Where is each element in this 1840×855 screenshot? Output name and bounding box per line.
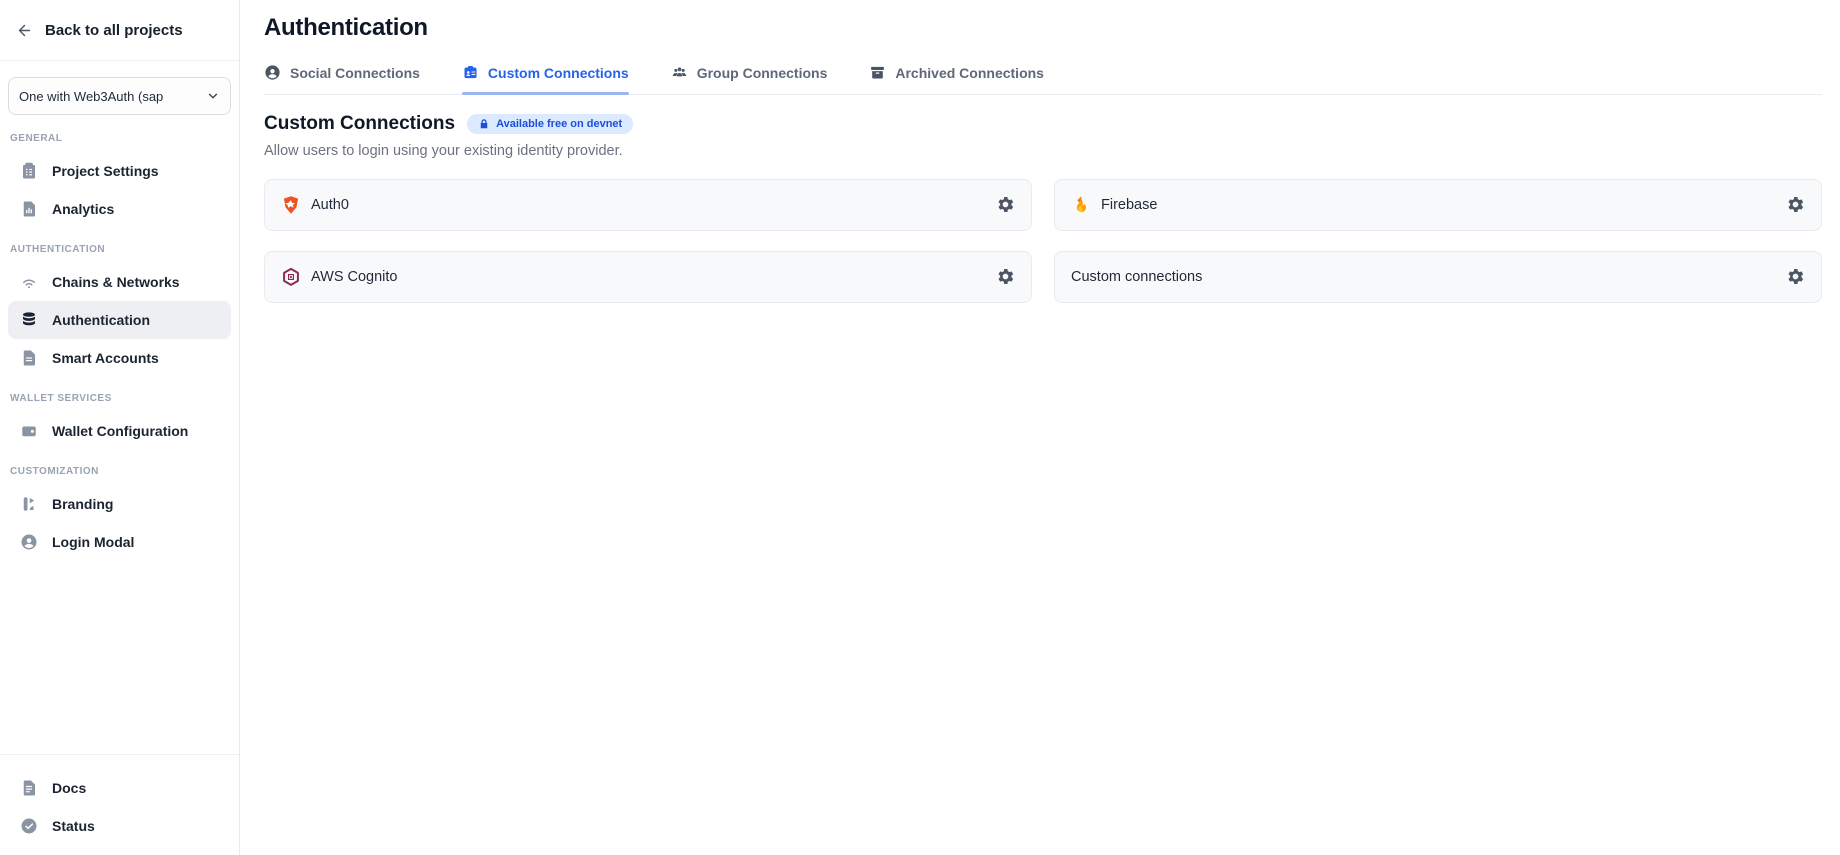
tab-label: Archived Connections <box>895 65 1044 81</box>
tab-label: Custom Connections <box>488 65 629 81</box>
wifi-icon <box>20 273 38 291</box>
connection-card-left: Firebase <box>1071 195 1157 215</box>
page-title: Authentication <box>264 14 1822 42</box>
aws-cognito-settings-button[interactable] <box>995 267 1015 287</box>
tab-social-connections[interactable]: Social Connections <box>264 64 420 94</box>
devnet-badge-label: Available free on devnet <box>496 118 622 130</box>
section-head: Custom Connections Available free on dev… <box>264 113 1822 135</box>
sidebar-item-status[interactable]: Status <box>8 807 231 845</box>
project-selector[interactable]: One with Web3Auth (sap <box>8 77 231 115</box>
database-icon <box>20 311 38 329</box>
tab-custom-connections[interactable]: Custom Connections <box>462 64 629 94</box>
sidebar-item-wallet-configuration[interactable]: Wallet Configuration <box>8 412 231 450</box>
gear-icon <box>996 267 1015 286</box>
section-subtitle: Allow users to login using your existing… <box>264 143 1822 159</box>
clipboard-icon <box>20 162 38 180</box>
auth0-settings-button[interactable] <box>995 195 1015 215</box>
connection-card-custom-connections[interactable]: Custom connections <box>1054 251 1822 303</box>
sidebar-item-branding[interactable]: Branding <box>8 485 231 523</box>
connection-card-left: Auth0 <box>281 195 349 215</box>
user-circle-icon <box>20 533 38 551</box>
connection-card-label: Auth0 <box>311 197 349 213</box>
sidebar-item-docs[interactable]: Docs <box>8 769 231 807</box>
connection-card-firebase[interactable]: Firebase <box>1054 179 1822 231</box>
gear-icon <box>1786 195 1805 214</box>
devnet-badge: Available free on devnet <box>467 114 633 134</box>
firebase-settings-button[interactable] <box>1785 195 1805 215</box>
connection-card-label: AWS Cognito <box>311 269 398 285</box>
section-heading: Custom Connections <box>264 113 455 135</box>
sidebar-item-label: Wallet Configuration <box>52 423 188 439</box>
sidebar-section-label-general: GENERAL <box>10 133 229 144</box>
app-root: Back to all projects One with Web3Auth (… <box>0 0 1840 855</box>
connection-card-label: Custom connections <box>1071 269 1202 285</box>
social-icon <box>264 64 281 81</box>
docs-icon <box>20 779 38 797</box>
tab-bar: Social Connections Custom Connections Grou… <box>264 64 1822 95</box>
status-icon <box>20 817 38 835</box>
lock-icon <box>478 118 490 130</box>
sidebar-item-analytics[interactable]: Analytics <box>8 190 231 228</box>
sidebar-section-label-wallet-services: WALLET SERVICES <box>10 393 229 404</box>
firebase-icon <box>1071 195 1091 215</box>
back-label: Back to all projects <box>45 22 183 39</box>
tab-group-connections[interactable]: Group Connections <box>671 64 828 94</box>
analytics-icon <box>20 200 38 218</box>
sidebar-item-smart-accounts[interactable]: Smart Accounts <box>8 339 231 377</box>
connection-card-left: AWS Cognito <box>281 267 398 287</box>
aws-cognito-icon <box>281 267 301 287</box>
sidebar-item-authentication[interactable]: Authentication <box>8 301 231 339</box>
sidebar-item-project-settings[interactable]: Project Settings <box>8 152 231 190</box>
sidebar-nav: GENERAL Project Settings Analytics AUTHENTI… <box>0 115 239 754</box>
wallet-icon <box>20 422 38 440</box>
sidebar-item-label: Login Modal <box>52 534 134 550</box>
sidebar-section-label-customization: CUSTOMIZATION <box>10 466 229 477</box>
main-content: Authentication Social Connections Custom … <box>240 0 1840 855</box>
chevron-down-icon <box>206 89 220 103</box>
tab-label: Group Connections <box>697 65 828 81</box>
sidebar-item-label: Branding <box>52 496 113 512</box>
sidebar-item-login-modal[interactable]: Login Modal <box>8 523 231 561</box>
connection-cards: Auth0 Firebase AWS Cognito Custom connectio… <box>264 179 1822 303</box>
connection-card-label: Firebase <box>1101 197 1157 213</box>
tab-archived-connections[interactable]: Archived Connections <box>869 64 1044 94</box>
project-selector-value: One with Web3Auth (sap <box>19 89 200 104</box>
sidebar-item-label: Chains & Networks <box>52 274 180 290</box>
sidebar-item-chains-networks[interactable]: Chains & Networks <box>8 263 231 301</box>
sidebar-item-label: Analytics <box>52 201 114 217</box>
auth0-icon <box>281 195 301 215</box>
arrow-left-icon <box>16 22 33 39</box>
gear-icon <box>996 195 1015 214</box>
connection-card-auth0[interactable]: Auth0 <box>264 179 1032 231</box>
sidebar-item-label: Project Settings <box>52 163 159 179</box>
sidebar-footer: Docs Status <box>0 754 239 855</box>
sidebar-item-label: Docs <box>52 780 86 796</box>
back-to-projects-link[interactable]: Back to all projects <box>0 0 239 61</box>
sidebar-item-label: Status <box>52 818 95 834</box>
group-icon <box>671 64 688 81</box>
id-badge-icon <box>462 64 479 81</box>
sidebar: Back to all projects One with Web3Auth (… <box>0 0 240 855</box>
sidebar-item-label: Smart Accounts <box>52 350 159 366</box>
connection-card-left: Custom connections <box>1071 269 1202 285</box>
sidebar-section-label-authentication: AUTHENTICATION <box>10 244 229 255</box>
file-icon <box>20 349 38 367</box>
gear-icon <box>1786 267 1805 286</box>
custom-connections-settings-button[interactable] <box>1785 267 1805 287</box>
archive-icon <box>869 64 886 81</box>
connection-card-aws-cognito[interactable]: AWS Cognito <box>264 251 1032 303</box>
sidebar-item-label: Authentication <box>52 312 150 328</box>
tab-label: Social Connections <box>290 65 420 81</box>
branding-icon <box>20 495 38 513</box>
